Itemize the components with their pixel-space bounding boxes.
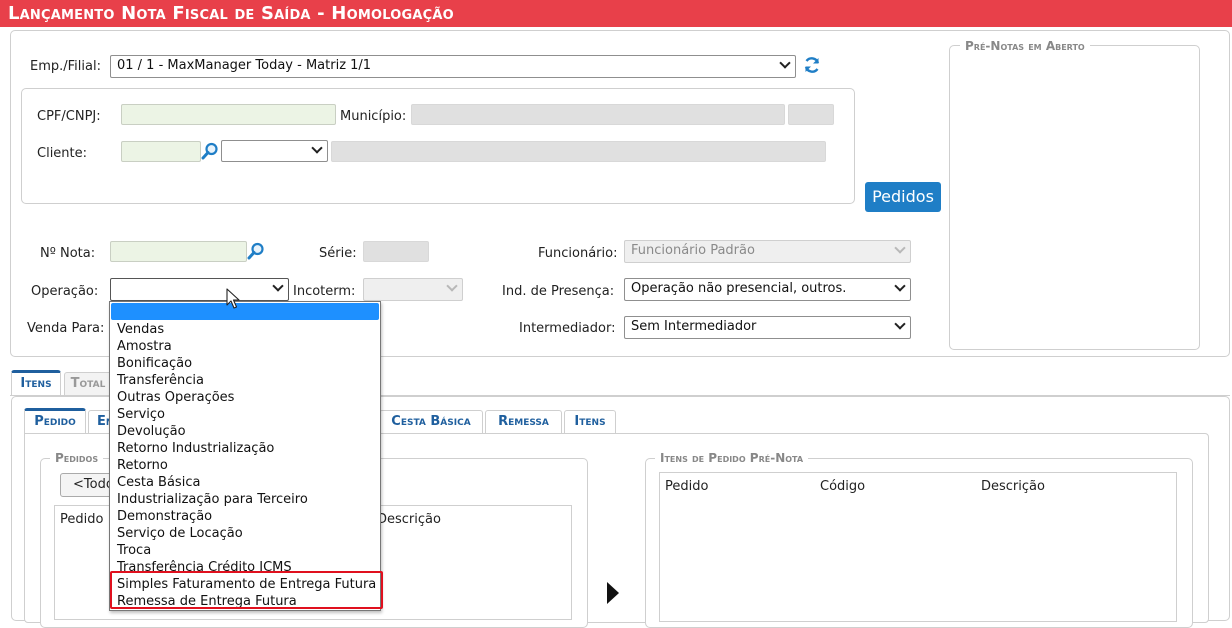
dropdown-option[interactable]: Demonstração xyxy=(110,508,380,525)
refresh-icon[interactable] xyxy=(802,55,822,75)
search-icon[interactable] xyxy=(201,142,219,160)
highlight-box xyxy=(110,571,383,609)
emp-filial-select[interactable]: 01 / 1 - MaxManager Today - Matriz 1/1 xyxy=(110,55,796,78)
dropdown-option[interactable]: Bonificação xyxy=(110,355,380,372)
pre-notas-panel xyxy=(949,45,1200,350)
dropdown-option[interactable]: Amostra xyxy=(110,338,380,355)
pedidos-col-pedido: Pedido xyxy=(60,512,104,527)
operacao-label: Operação: xyxy=(31,284,99,299)
chevron-down-icon xyxy=(894,318,906,330)
dropdown-option[interactable]: Serviço xyxy=(110,406,380,423)
tab-itens-sub[interactable]: Itens xyxy=(564,410,616,434)
tab-itens[interactable]: Itens xyxy=(11,370,61,395)
uf-input xyxy=(788,104,834,125)
cliente-label: Cliente: xyxy=(37,146,88,161)
search-icon[interactable] xyxy=(247,242,265,260)
intermediador-select[interactable]: Sem Intermediador xyxy=(624,316,911,339)
dropdown-option[interactable]: Retorno Industrialização xyxy=(110,440,380,457)
pedidos-legend: Pedidos xyxy=(50,451,104,465)
cliente-type-select[interactable] xyxy=(221,140,328,162)
cpf-label: CPF/CNPJ: xyxy=(37,109,101,124)
tab-remessa[interactable]: Remessa xyxy=(485,410,562,434)
itens-col-pedido: Pedido xyxy=(665,479,709,494)
tab-pedido[interactable]: Pedido xyxy=(24,408,86,434)
dropdown-option[interactable]: Outras Operações xyxy=(110,389,380,406)
pre-notas-legend: Pré-Notas em Aberto xyxy=(960,39,1090,53)
mouse-cursor-icon xyxy=(226,288,240,310)
cpf-input[interactable] xyxy=(121,104,336,125)
dropdown-blank-option[interactable] xyxy=(111,303,379,320)
chevron-down-icon xyxy=(894,280,906,292)
itens-pre-nota-legend: Itens de Pedido Pré-Nota xyxy=(655,451,809,465)
dropdown-option[interactable]: Troca xyxy=(110,542,380,559)
incoterm-label: Incoterm: xyxy=(293,284,356,299)
chevron-down-icon xyxy=(779,57,791,69)
dropdown-option[interactable]: Transferência xyxy=(110,372,380,389)
nota-input[interactable] xyxy=(110,241,247,262)
tab-cesta-basica[interactable]: Cesta Básica xyxy=(379,410,483,434)
dropdown-option[interactable]: Vendas xyxy=(110,321,380,338)
serie-label: Série: xyxy=(319,246,357,261)
operacao-select[interactable] xyxy=(110,278,289,301)
presenca-value: Operação não presencial, outros. xyxy=(631,281,847,296)
todos-button-label: <Todo xyxy=(73,477,114,492)
move-right-icon[interactable] xyxy=(606,581,620,605)
funcionario-label: Funcionário: xyxy=(538,246,618,261)
chevron-down-icon xyxy=(894,242,906,254)
nota-label: Nº Nota: xyxy=(40,246,96,261)
presenca-label: Ind. de Presença: xyxy=(502,284,615,299)
itens-pre-nota-list[interactable] xyxy=(659,472,1177,622)
dropdown-option[interactable]: Devolução xyxy=(110,423,380,440)
chevron-down-icon xyxy=(272,280,284,292)
dropdown-options: Vendas Amostra Bonificação Transferência Out… xyxy=(110,321,380,610)
funcionario-select: Funcionário Padrão xyxy=(624,240,911,263)
presenca-select[interactable]: Operação não presencial, outros. xyxy=(624,278,911,301)
intermediador-value: Sem Intermediador xyxy=(631,319,757,334)
dropdown-option[interactable]: Retorno xyxy=(110,457,380,474)
municipio-label: Município: xyxy=(340,109,407,124)
itens-col-descricao: Descrição xyxy=(981,479,1045,494)
emp-filial-label: Emp./Filial: xyxy=(30,59,101,74)
municipio-input xyxy=(411,104,785,125)
venda-para-label: Venda Para: xyxy=(27,321,105,336)
dropdown-option[interactable]: Serviço de Locação xyxy=(110,525,380,542)
serie-input xyxy=(363,241,429,262)
page-title: Lançamento Nota Fiscal de Saída - Homolo… xyxy=(0,0,1232,27)
cliente-name-input xyxy=(331,141,826,162)
cliente-code-input[interactable] xyxy=(121,141,201,162)
itens-col-codigo: Código xyxy=(820,479,866,494)
emp-filial-value: 01 / 1 - MaxManager Today - Matriz 1/1 xyxy=(117,58,372,73)
operacao-dropdown-list[interactable]: Vendas Amostra Bonificação Transferência Out… xyxy=(109,301,381,611)
chevron-down-icon xyxy=(446,280,458,292)
pedidos-button[interactable]: Pedidos xyxy=(865,182,941,212)
chevron-down-icon xyxy=(311,142,323,154)
dropdown-option[interactable]: Industrialização para Terceiro xyxy=(110,491,380,508)
funcionario-value: Funcionário Padrão xyxy=(631,243,755,258)
intermediador-label: Intermediador: xyxy=(519,321,616,336)
pedidos-col-descricao: Descrição xyxy=(377,512,441,527)
dropdown-option[interactable]: Cesta Básica xyxy=(110,474,380,491)
tab-total[interactable]: Total xyxy=(64,372,112,395)
incoterm-select xyxy=(363,278,463,301)
